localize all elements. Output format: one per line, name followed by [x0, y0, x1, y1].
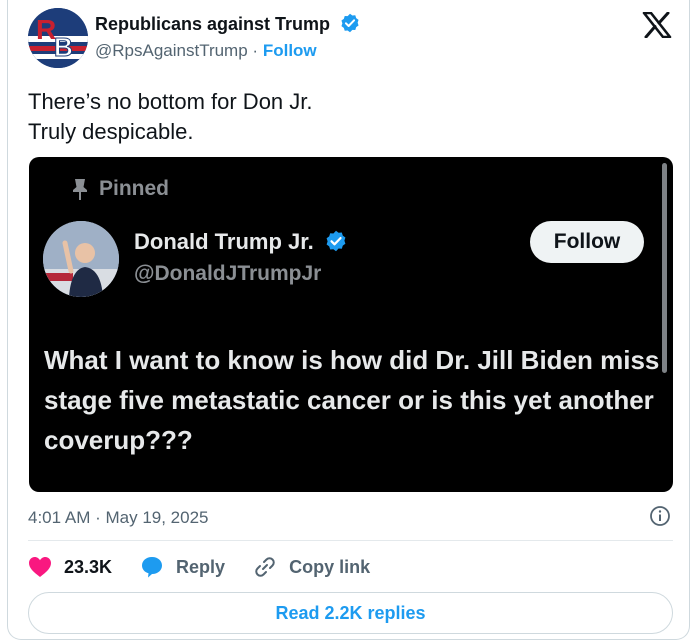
embedded-author-handle: @DonaldJTrumpJr — [134, 262, 322, 285]
separator: · — [252, 41, 259, 60]
reply-label: Reply — [176, 556, 226, 577]
embedded-follow-button: Follow — [530, 221, 644, 263]
author-handle[interactable]: @RpsAgainstTrump — [95, 41, 248, 60]
tweet-text-line: Truly despicable. — [28, 119, 194, 144]
embedded-screenshot[interactable]: Pinned Donald Trump Jr. @DonaldJTrumpJr … — [29, 157, 673, 492]
author-handle-row: @RpsAgainstTrump · Follow — [95, 41, 317, 61]
pinned-label-row: Pinned — [73, 177, 170, 201]
x-logo-icon[interactable] — [642, 11, 672, 39]
author-avatar[interactable]: R B — [28, 8, 88, 68]
svg-text:B: B — [54, 32, 73, 62]
info-icon[interactable] — [649, 505, 671, 532]
embedded-scrollbar — [662, 163, 667, 373]
tweet-text-line: There’s no bottom for Don Jr. — [28, 89, 313, 114]
embedded-avatar — [43, 221, 119, 297]
verified-badge-icon — [340, 13, 360, 38]
embedded-tweet-text: What I want to know is how did Dr. Jill … — [44, 345, 660, 455]
read-replies-button[interactable]: Read 2.2K replies — [28, 592, 673, 634]
copy-link-button[interactable]: Copy link — [253, 555, 370, 579]
verified-badge-icon — [325, 230, 347, 258]
copy-link-label: Copy link — [289, 556, 371, 577]
follow-link[interactable]: Follow — [263, 41, 317, 60]
link-icon — [255, 557, 275, 577]
action-bar: 23.3K Reply Copy link — [28, 553, 398, 581]
divider — [28, 540, 673, 541]
pin-icon — [71, 177, 89, 207]
author-name[interactable]: Republicans against Trump — [95, 13, 360, 38]
rb-logo-image: R B — [28, 8, 88, 68]
like-button[interactable]: 23.3K — [28, 556, 112, 578]
embedded-author-name: Donald Trump Jr. — [134, 229, 347, 258]
reply-button[interactable]: Reply — [140, 555, 225, 579]
like-count: 23.3K — [64, 556, 113, 577]
tweet-timestamp[interactable]: 4:01 AM · May 19, 2025 — [28, 508, 209, 528]
heart-icon — [29, 557, 51, 577]
tweet-text: There’s no bottom for Don Jr. Truly desp… — [28, 87, 313, 147]
pinned-label: Pinned — [99, 177, 170, 200]
reply-bubble-icon — [142, 557, 163, 578]
